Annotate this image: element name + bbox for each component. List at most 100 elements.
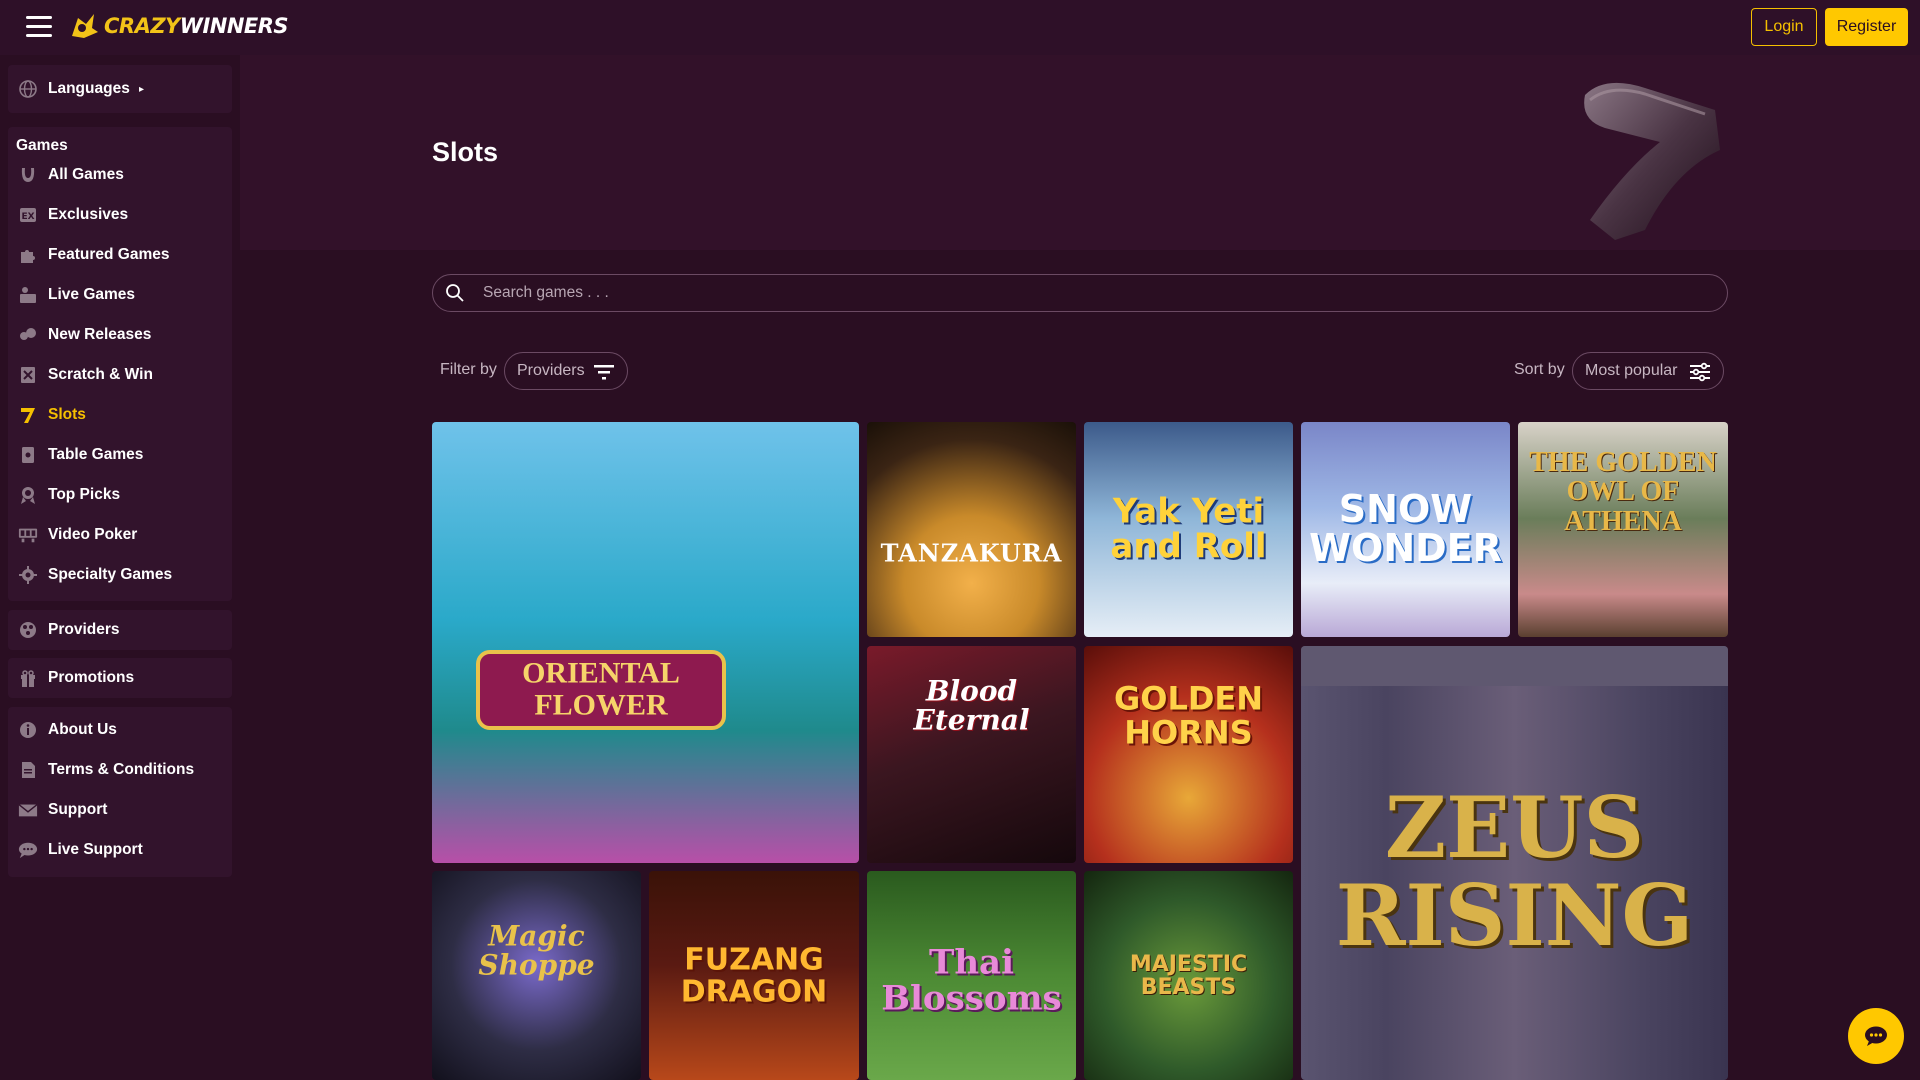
logo-mark-icon bbox=[72, 14, 98, 38]
game-tile-golden-owl-athena[interactable]: THE GOLDEN OWL OF ATHENA bbox=[1518, 422, 1728, 637]
sidebar-item-label: Live Support bbox=[48, 841, 143, 858]
sidebar-item-terms[interactable]: Terms & Conditions bbox=[8, 752, 232, 788]
ribbon-icon bbox=[18, 485, 38, 505]
languages-menu[interactable]: Languages ▸ bbox=[8, 71, 232, 107]
video-poker-icon bbox=[18, 525, 38, 545]
providers-filter-dropdown[interactable]: Providers bbox=[504, 352, 628, 390]
game-tile-majestic-beasts[interactable]: MAJESTIC BEASTS bbox=[1084, 871, 1293, 1080]
sidebar-item-top-picks[interactable]: Top Picks bbox=[8, 477, 232, 513]
game-tile-snow-wonder[interactable]: SNOW WONDER bbox=[1301, 422, 1510, 637]
providers-icon bbox=[18, 620, 38, 640]
sort-by-label: Sort by bbox=[1514, 361, 1565, 378]
puzzle-icon bbox=[18, 245, 38, 265]
game-tile-zeus-rising[interactable]: ZEUS RISING bbox=[1301, 646, 1728, 1080]
game-title: Blood Eternal bbox=[913, 674, 1030, 737]
languages-label: Languages bbox=[48, 80, 130, 97]
sidebar-item-label: New Releases bbox=[48, 326, 152, 343]
gear-icon bbox=[18, 565, 38, 585]
chat-bubble-icon bbox=[1865, 1026, 1887, 1046]
sidebar-item-exclusives[interactable]: EX Exclusives bbox=[8, 197, 232, 233]
sidebar-item-label: Support bbox=[48, 801, 108, 818]
slot-seven-illustration bbox=[1584, 82, 1720, 240]
game-tile-yak-yeti-roll[interactable]: Yak Yeti and Roll bbox=[1084, 422, 1293, 637]
register-button[interactable]: Register bbox=[1825, 8, 1908, 46]
game-title: MAJESTIC BEASTS bbox=[1129, 951, 1248, 1000]
game-tile-oriental-flower[interactable]: ORIENTAL FLOWER bbox=[432, 422, 859, 863]
game-tile-blood-eternal[interactable]: Blood Eternal bbox=[867, 646, 1076, 863]
game-title: ZEUS RISING bbox=[1335, 777, 1694, 965]
sidebar-item-label: Table Games bbox=[48, 446, 144, 463]
info-block: About Us Terms & Conditions Support Live… bbox=[8, 707, 232, 877]
globe-icon bbox=[18, 79, 38, 99]
sidebar-item-label: Exclusives bbox=[48, 206, 129, 223]
chat-icon bbox=[18, 840, 38, 860]
temple-frieze bbox=[1301, 646, 1728, 686]
sidebar-item-label: All Games bbox=[48, 166, 124, 183]
games-block: Games All Games EX Exclusives Featured G… bbox=[8, 127, 232, 601]
search-bar[interactable] bbox=[432, 274, 1728, 312]
sidebar-item-featured-games[interactable]: Featured Games bbox=[8, 237, 232, 273]
search-icon bbox=[446, 284, 464, 302]
sliders-icon bbox=[1690, 362, 1710, 382]
game-title: SNOW WONDER bbox=[1309, 486, 1502, 571]
languages-block: Languages ▸ bbox=[8, 65, 232, 113]
sidebar-item-about-us[interactable]: About Us bbox=[8, 712, 232, 748]
info-icon bbox=[18, 720, 38, 740]
top-bar: CRAZYWINNERS Login Register bbox=[0, 0, 1920, 55]
game-title: Magic Shoppe bbox=[478, 919, 595, 982]
game-tile-magic-shoppe[interactable]: Magic Shoppe bbox=[432, 871, 641, 1080]
new-releases-icon bbox=[18, 325, 38, 345]
sidebar-item-label: Specialty Games bbox=[48, 566, 173, 583]
game-title: ORIENTAL FLOWER bbox=[522, 656, 680, 721]
game-tile-golden-horns[interactable]: GOLDEN HORNS bbox=[1084, 646, 1293, 863]
logo-text: CRAZYWINNERS bbox=[104, 14, 289, 38]
sidebar-item-label: Promotions bbox=[48, 669, 135, 686]
sidebar-item-all-games[interactable]: All Games bbox=[8, 157, 232, 193]
caret-right-icon: ▸ bbox=[139, 83, 145, 95]
hamburger-menu-icon[interactable] bbox=[26, 16, 52, 38]
sidebar-item-live-support[interactable]: Live Support bbox=[8, 832, 232, 868]
game-title: GOLDEN HORNS bbox=[1113, 679, 1264, 751]
seven-icon bbox=[18, 405, 38, 425]
sidebar-item-label: Terms & Conditions bbox=[48, 761, 195, 778]
filter-by-label: Filter by bbox=[440, 361, 497, 378]
scratch-card-icon bbox=[18, 365, 38, 385]
sidebar-item-scratch-win[interactable]: Scratch & Win bbox=[8, 357, 232, 393]
exclusive-badge-icon: EX bbox=[18, 205, 38, 225]
login-button[interactable]: Login bbox=[1751, 8, 1817, 46]
promotions-block: Promotions bbox=[8, 658, 232, 698]
game-tile-tanzakura[interactable]: TANZAKURA bbox=[867, 422, 1076, 637]
sidebar-item-specialty-games[interactable]: Specialty Games bbox=[8, 557, 232, 593]
sidebar-item-live-games[interactable]: Live Games bbox=[8, 277, 232, 313]
page-title: Slots bbox=[432, 137, 499, 167]
cards-icon bbox=[18, 445, 38, 465]
sidebar: Languages ▸ Games All Games EX Exclusive… bbox=[0, 55, 240, 1080]
horseshoe-icon bbox=[18, 165, 38, 185]
sidebar-item-label: Providers bbox=[48, 621, 120, 638]
sidebar-item-label: Live Games bbox=[48, 286, 136, 303]
sidebar-item-table-games[interactable]: Table Games bbox=[8, 437, 232, 473]
sidebar-item-video-poker[interactable]: Video Poker bbox=[8, 517, 232, 553]
sidebar-item-support[interactable]: Support bbox=[8, 792, 232, 828]
providers-filter-value: Providers bbox=[517, 362, 585, 379]
live-chat-button[interactable] bbox=[1848, 1008, 1904, 1064]
search-input[interactable] bbox=[483, 275, 1713, 311]
game-tile-fuzang-dragon[interactable]: FUZANG DRAGON bbox=[649, 871, 859, 1080]
sidebar-item-label: Video Poker bbox=[48, 526, 138, 543]
mail-icon bbox=[18, 800, 38, 820]
sort-dropdown[interactable]: Most popular bbox=[1572, 352, 1724, 390]
game-title: Yak Yeti and Roll bbox=[1110, 490, 1267, 567]
sidebar-item-label: Slots bbox=[48, 406, 86, 423]
providers-block: Providers bbox=[8, 610, 232, 650]
site-logo[interactable]: CRAZYWINNERS bbox=[68, 8, 289, 44]
game-title: FUZANG DRAGON bbox=[680, 942, 828, 1009]
sidebar-item-label: About Us bbox=[48, 721, 117, 738]
sidebar-item-new-releases[interactable]: New Releases bbox=[8, 317, 232, 353]
sidebar-item-promotions[interactable]: Promotions bbox=[8, 660, 232, 696]
game-tile-thai-blossoms[interactable]: Thai Blossoms bbox=[867, 871, 1076, 1080]
sidebar-item-label: Featured Games bbox=[48, 246, 170, 263]
game-title: Thai Blossoms bbox=[881, 942, 1062, 1018]
game-title: TANZAKURA bbox=[880, 538, 1063, 568]
sidebar-item-providers[interactable]: Providers bbox=[8, 612, 232, 648]
sidebar-item-slots[interactable]: Slots bbox=[8, 397, 232, 433]
